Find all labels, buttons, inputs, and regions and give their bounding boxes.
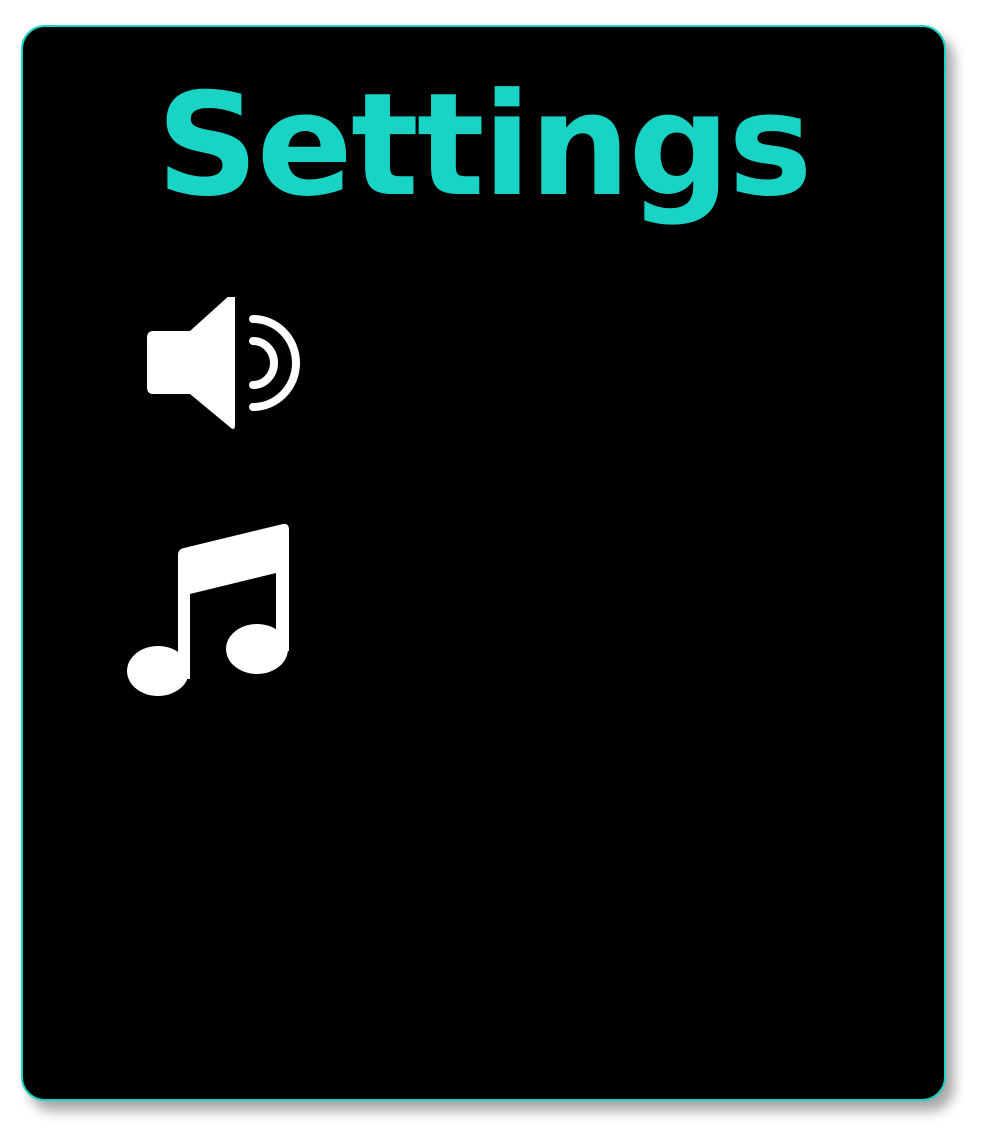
sound-setting[interactable] <box>23 287 944 447</box>
music-setting[interactable] <box>23 517 944 696</box>
music-note-icon <box>126 523 292 703</box>
page-title: Settings <box>156 63 812 228</box>
settings-panel: Settings <box>21 25 946 1101</box>
speaker-icon <box>145 297 311 433</box>
